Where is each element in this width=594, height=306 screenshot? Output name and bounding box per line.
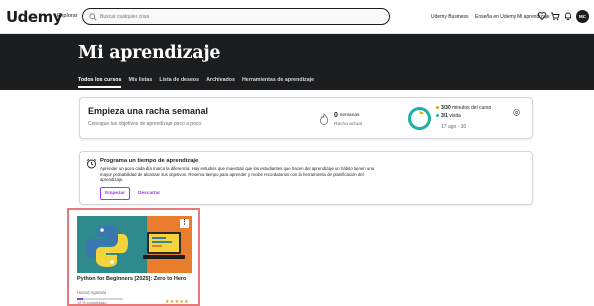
streak-title: Empieza una racha semanal xyxy=(88,106,209,116)
learning-tabs: Todos los cursos Mis listas Lista de des… xyxy=(78,77,314,88)
schedule-title: Programa un tiempo de aprendizaje xyxy=(100,158,199,164)
tab-learning-tools[interactable]: Herramientas de aprendizaje xyxy=(242,77,314,88)
course-options-icon[interactable]: ⋮ xyxy=(180,219,189,228)
page-hero: Mi aprendizaje Todos los cursos Mis list… xyxy=(0,34,594,90)
wishlist-heart-icon[interactable] xyxy=(537,11,547,21)
dismiss-button[interactable]: Descartar xyxy=(134,187,164,200)
alarm-clock-icon xyxy=(86,158,97,169)
laptop-illustration-icon xyxy=(143,232,185,259)
notifications-bell-icon[interactable] xyxy=(563,11,573,21)
tab-archived[interactable]: Archivados xyxy=(206,77,235,88)
course-rating-stars[interactable]: ★★★★★ xyxy=(165,299,189,305)
visits-stat: 3/1 visita xyxy=(436,113,461,119)
tab-my-lists[interactable]: Mis listas xyxy=(128,77,152,88)
explore-link[interactable]: Explorar xyxy=(57,13,77,19)
minutes-dot xyxy=(436,106,439,110)
streak-weeks-label: semanas xyxy=(340,113,360,118)
weekly-streak-card: Empieza una racha semanal Consigue tus o… xyxy=(79,97,533,139)
udemy-business-link[interactable]: Udemy Business xyxy=(431,14,469,20)
search-bar[interactable] xyxy=(82,8,390,25)
streak-flame-icon xyxy=(320,113,328,125)
tab-all-courses[interactable]: Todos los cursos xyxy=(78,77,122,88)
course-title[interactable]: Python for Beginners [2025]: Zero to Her… xyxy=(77,276,195,283)
teach-link[interactable]: Enseña en Udemy xyxy=(475,14,516,20)
progress-ring-icon xyxy=(408,107,431,130)
tab-wishlist[interactable]: Lista de deseos xyxy=(159,77,199,88)
visits-dot xyxy=(436,114,439,118)
course-author: Hamid Agarwal xyxy=(77,290,106,295)
schedule-description: Aprender un poco cada día marca la difer… xyxy=(100,166,374,183)
schedule-learning-card: Programa un tiempo de aprendizaje Aprend… xyxy=(79,151,533,205)
search-icon xyxy=(89,12,97,20)
course-progress-fill xyxy=(77,298,83,300)
course-thumbnail[interactable]: ⋮ xyxy=(77,216,192,273)
streak-current-label: Racha actual xyxy=(334,122,362,127)
top-header: Udemy Explorar Udemy Business Enseña en … xyxy=(0,0,594,34)
minutes-label: minutos del curso xyxy=(452,105,492,111)
cart-icon[interactable] xyxy=(550,11,560,21)
search-input[interactable] xyxy=(100,13,380,20)
minutes-value: 3/30 xyxy=(441,105,451,111)
streak-date-range: 17 ago - 30 xyxy=(441,124,467,130)
visits-value: 3/1 xyxy=(441,113,448,119)
settings-gear-icon[interactable] xyxy=(512,108,521,117)
udemy-logo[interactable]: Udemy xyxy=(6,8,63,26)
start-schedule-button[interactable]: Empezar xyxy=(100,187,130,200)
course-card[interactable]: ⋮ Python for Beginners [2025]: Zero to H… xyxy=(67,208,200,306)
minutes-stat: 3/30 minutos del curso xyxy=(436,105,491,111)
user-avatar[interactable]: MC xyxy=(576,10,589,23)
page-title: Mi aprendizaje xyxy=(78,43,221,63)
streak-subtitle: Consigue tus objetivos de aprendizaje po… xyxy=(88,121,203,127)
python-logo-icon xyxy=(86,225,128,267)
logo-text: Udemy xyxy=(6,8,63,26)
course-progress-bar xyxy=(77,298,123,300)
streak-weeks-value: 0 xyxy=(334,112,338,119)
course-progress-text: 12 % completado xyxy=(77,301,107,305)
visits-label: visita xyxy=(449,113,461,119)
